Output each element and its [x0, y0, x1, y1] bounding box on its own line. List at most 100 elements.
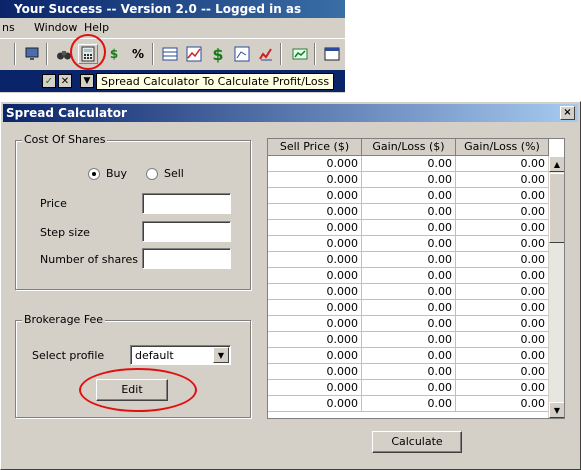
gain-loss-dollar-cell[interactable]: 0.00 — [362, 364, 456, 380]
pencil-icon[interactable] — [256, 44, 276, 64]
gain-loss-dollar-cell[interactable]: 0.00 — [362, 252, 456, 268]
column-header-sell-price[interactable]: Sell Price ($) — [268, 139, 362, 156]
gain-loss-dollar-cell[interactable]: 0.00 — [362, 300, 456, 316]
sell-price-cell[interactable]: 0.000 — [268, 284, 362, 300]
table-row[interactable]: 0.000 0.00 0.00 — [268, 268, 549, 284]
step-size-input[interactable] — [142, 221, 231, 242]
dropdown-arrow-icon[interactable]: ▼ — [80, 74, 94, 88]
gain-loss-dollar-cell[interactable]: 0.00 — [362, 268, 456, 284]
sell-radio[interactable]: Sell — [146, 167, 184, 180]
gain-loss-percent-cell[interactable]: 0.00 — [456, 156, 549, 172]
table-row[interactable]: 0.000 0.00 0.00 — [268, 396, 549, 412]
toolbar-separator — [152, 43, 154, 65]
gain-loss-dollar-cell[interactable]: 0.00 — [362, 172, 456, 188]
annotation-ellipse — [79, 368, 197, 412]
scroll-thumb[interactable] — [549, 173, 564, 243]
sell-price-cell[interactable]: 0.000 — [268, 220, 362, 236]
table-row[interactable]: 0.000 0.00 0.00 — [268, 300, 549, 316]
gain-loss-percent-cell[interactable]: 0.00 — [456, 300, 549, 316]
gain-loss-percent-cell[interactable]: 0.00 — [456, 268, 549, 284]
sell-price-cell[interactable]: 0.000 — [268, 316, 362, 332]
scroll-up-icon[interactable]: ▲ — [549, 156, 564, 172]
table-icon[interactable] — [160, 44, 180, 64]
profile-select[interactable]: default ▼ — [130, 345, 231, 365]
table-row[interactable]: 0.000 0.00 0.00 — [268, 156, 549, 172]
close-icon[interactable]: ✕ — [58, 74, 72, 88]
table-row[interactable]: 0.000 0.00 0.00 — [268, 348, 549, 364]
scroll-down-icon[interactable]: ▼ — [549, 402, 564, 418]
gain-loss-dollar-cell[interactable]: 0.00 — [362, 316, 456, 332]
gain-loss-percent-cell[interactable]: 0.00 — [456, 220, 549, 236]
table-row[interactable]: 0.000 0.00 0.00 — [268, 236, 549, 252]
gain-loss-percent-cell[interactable]: 0.00 — [456, 348, 549, 364]
percent-icon[interactable]: % — [128, 44, 148, 64]
calculate-button[interactable]: Calculate — [372, 431, 462, 453]
sell-price-cell[interactable]: 0.000 — [268, 172, 362, 188]
gain-loss-dollar-cell[interactable]: 0.00 — [362, 396, 456, 412]
table-row[interactable]: 0.000 0.00 0.00 — [268, 188, 549, 204]
sell-price-cell[interactable]: 0.000 — [268, 252, 362, 268]
menu-item-partial[interactable]: ns — [2, 18, 15, 38]
table-row[interactable]: 0.000 0.00 0.00 — [268, 380, 549, 396]
gain-loss-percent-cell[interactable]: 0.00 — [456, 172, 549, 188]
number-of-shares-input[interactable] — [142, 248, 231, 269]
gain-loss-dollar-cell[interactable]: 0.00 — [362, 156, 456, 172]
table-row[interactable]: 0.000 0.00 0.00 — [268, 252, 549, 268]
gain-loss-dollar-cell[interactable]: 0.00 — [362, 380, 456, 396]
menu-item-window[interactable]: Window — [34, 18, 77, 38]
gain-loss-dollar-cell[interactable]: 0.00 — [362, 220, 456, 236]
gain-loss-percent-cell[interactable]: 0.00 — [456, 188, 549, 204]
sell-price-cell[interactable]: 0.000 — [268, 348, 362, 364]
buy-radio[interactable]: Buy — [88, 167, 127, 180]
sell-price-cell[interactable]: 0.000 — [268, 156, 362, 172]
sell-price-cell[interactable]: 0.000 — [268, 332, 362, 348]
column-header-gain-loss-dollar[interactable]: Gain/Loss ($) — [362, 139, 456, 156]
close-button[interactable]: × — [560, 106, 575, 120]
sell-price-cell[interactable]: 0.000 — [268, 300, 362, 316]
sell-price-cell[interactable]: 0.000 — [268, 204, 362, 220]
gain-loss-dollar-cell[interactable]: 0.00 — [362, 284, 456, 300]
table-row[interactable]: 0.000 0.00 0.00 — [268, 220, 549, 236]
table-row[interactable]: 0.000 0.00 0.00 — [268, 316, 549, 332]
price-input[interactable] — [142, 193, 231, 214]
gain-loss-percent-cell[interactable]: 0.00 — [456, 332, 549, 348]
chart-icon[interactable] — [184, 44, 204, 64]
table-row[interactable]: 0.000 0.00 0.00 — [268, 172, 549, 188]
dollar-arrows-icon[interactable]: $ — [104, 44, 124, 64]
gain-loss-percent-cell[interactable]: 0.00 — [456, 316, 549, 332]
gain-loss-dollar-cell[interactable]: 0.00 — [362, 332, 456, 348]
gain-loss-dollar-cell[interactable]: 0.00 — [362, 236, 456, 252]
table-row[interactable]: 0.000 0.00 0.00 — [268, 364, 549, 380]
gain-loss-percent-cell[interactable]: 0.00 — [456, 364, 549, 380]
monitor-icon[interactable] — [22, 44, 42, 64]
column-header-gain-loss-percent[interactable]: Gain/Loss (%) — [456, 139, 549, 156]
vertical-scrollbar[interactable]: ▲ ▼ — [548, 156, 564, 418]
group-title: Cost Of Shares — [22, 133, 108, 146]
gain-loss-dollar-cell[interactable]: 0.00 — [362, 188, 456, 204]
gain-loss-percent-cell[interactable]: 0.00 — [456, 284, 549, 300]
window-icon[interactable] — [322, 44, 342, 64]
gain-loss-dollar-cell[interactable]: 0.00 — [362, 348, 456, 364]
gain-loss-percent-cell[interactable]: 0.00 — [456, 380, 549, 396]
sell-price-cell[interactable]: 0.000 — [268, 396, 362, 412]
gain-loss-percent-cell[interactable]: 0.00 — [456, 252, 549, 268]
table-row[interactable]: 0.000 0.00 0.00 — [268, 332, 549, 348]
gain-loss-dollar-cell[interactable]: 0.00 — [362, 204, 456, 220]
chevron-down-icon[interactable]: ▼ — [213, 347, 229, 363]
sell-price-cell[interactable]: 0.000 — [268, 380, 362, 396]
graph-icon[interactable] — [232, 44, 252, 64]
gain-loss-percent-cell[interactable]: 0.00 — [456, 204, 549, 220]
gain-loss-percent-cell[interactable]: 0.00 — [456, 396, 549, 412]
dollar-icon[interactable]: $ — [208, 44, 228, 64]
gain-loss-percent-cell[interactable]: 0.00 — [456, 236, 549, 252]
green-chart-icon[interactable] — [290, 44, 310, 64]
refresh-icon[interactable]: ✓ — [42, 74, 56, 88]
table-row[interactable]: 0.000 0.00 0.00 — [268, 204, 549, 220]
results-grid[interactable]: Sell Price ($) Gain/Loss ($) Gain/Loss (… — [267, 138, 565, 419]
sell-price-cell[interactable]: 0.000 — [268, 236, 362, 252]
sell-price-cell[interactable]: 0.000 — [268, 268, 362, 284]
table-row[interactable]: 0.000 0.00 0.00 — [268, 284, 549, 300]
group-title: Brokerage Fee — [22, 313, 106, 326]
sell-price-cell[interactable]: 0.000 — [268, 364, 362, 380]
sell-price-cell[interactable]: 0.000 — [268, 188, 362, 204]
